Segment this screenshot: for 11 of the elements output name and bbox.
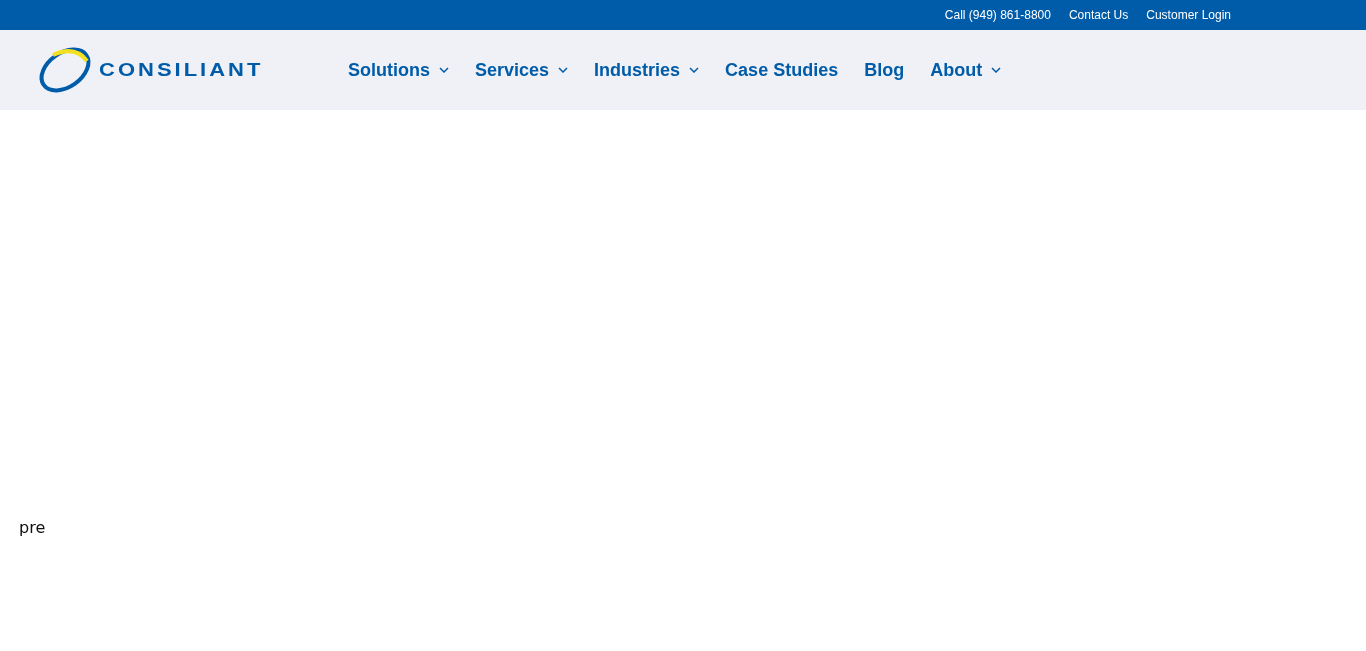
nav-link[interactable]: About [930,59,1002,81]
logo[interactable]: CONSILIANT [35,47,275,93]
nav-link[interactable]: Solutions [348,59,449,81]
top-bar-link[interactable]: Contact Us [1068,8,1129,22]
top-bar-link[interactable]: Customer Login [1146,8,1231,22]
body-text: pre [19,518,46,537]
nav-link[interactable]: Blog [864,59,905,81]
nav-link[interactable]: Services [475,59,569,81]
nav-link[interactable]: Industries [594,59,700,81]
top-bar-link[interactable]: Call (949) 861-8800 [944,8,1051,22]
nav-link[interactable]: Case Studies [725,59,839,81]
